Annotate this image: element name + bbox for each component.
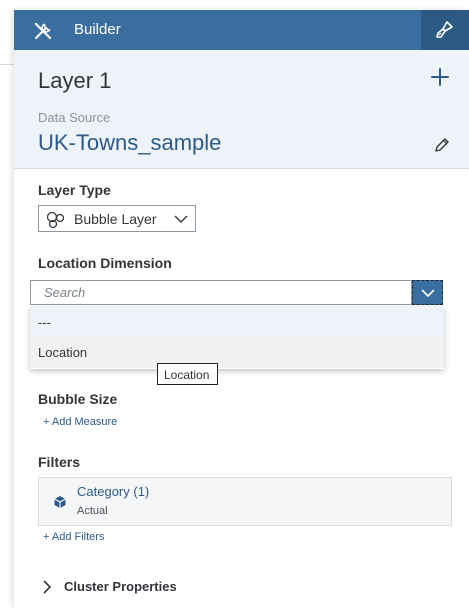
- layer-section: Layer 1 Data Source UK-Towns_sample: [14, 50, 469, 169]
- location-search-input[interactable]: [31, 281, 411, 304]
- layer-type-select[interactable]: Bubble Layer: [38, 205, 196, 232]
- dropdown-option-label: ---: [38, 315, 51, 330]
- tooltip-text: Location: [164, 368, 210, 382]
- bubble-size-label: Bubble Size: [38, 391, 118, 407]
- cluster-properties-label: Cluster Properties: [64, 579, 177, 594]
- add-layer-plus-icon[interactable]: [429, 66, 451, 88]
- filter-token[interactable]: Category (1) Actual: [38, 477, 452, 526]
- designer-button[interactable]: [421, 10, 469, 50]
- location-tooltip: Location: [157, 363, 218, 385]
- location-search-field[interactable]: [30, 280, 412, 305]
- dropdown-option-none[interactable]: ---: [30, 307, 444, 337]
- dropdown-option-location[interactable]: Location: [30, 337, 444, 368]
- tools-icon: [34, 22, 52, 40]
- filter-value: Actual: [77, 505, 108, 517]
- background-divider: [0, 64, 14, 65]
- header-title: Builder: [74, 21, 121, 38]
- data-source-label: Data Source: [38, 110, 111, 125]
- builder-panel: Builder Layer 1 Data Source UK-Towns_sam…: [14, 10, 469, 608]
- layer-title: Layer 1: [38, 68, 112, 93]
- location-dropdown-button[interactable]: [412, 280, 443, 305]
- dimension-cube-icon: [54, 496, 66, 508]
- paint-brush-icon: [436, 21, 453, 38]
- add-measure-link[interactable]: + Add Measure: [43, 416, 117, 428]
- add-filters-link[interactable]: + Add Filters: [43, 531, 104, 543]
- filter-title: Category (1): [77, 484, 150, 499]
- background-strip: [0, 0, 14, 608]
- filters-label: Filters: [38, 454, 81, 470]
- location-dropdown-list: --- Location: [30, 307, 444, 369]
- location-dimension-label: Location Dimension: [38, 255, 172, 271]
- chevron-right-icon: [43, 580, 52, 594]
- bubble-layer-icon: [46, 211, 65, 229]
- chevron-down-icon: [174, 215, 188, 223]
- builder-header: Builder: [14, 10, 469, 50]
- layer-type-label: Layer Type: [38, 182, 111, 198]
- layer-type-value: Bubble Layer: [74, 211, 157, 227]
- data-source-value: UK-Towns_sample: [38, 130, 222, 155]
- cluster-properties-toggle[interactable]: Cluster Properties: [38, 577, 338, 597]
- dropdown-option-label: Location: [38, 345, 88, 360]
- chevron-down-icon: [421, 289, 435, 298]
- edit-pencil-icon[interactable]: [433, 136, 451, 154]
